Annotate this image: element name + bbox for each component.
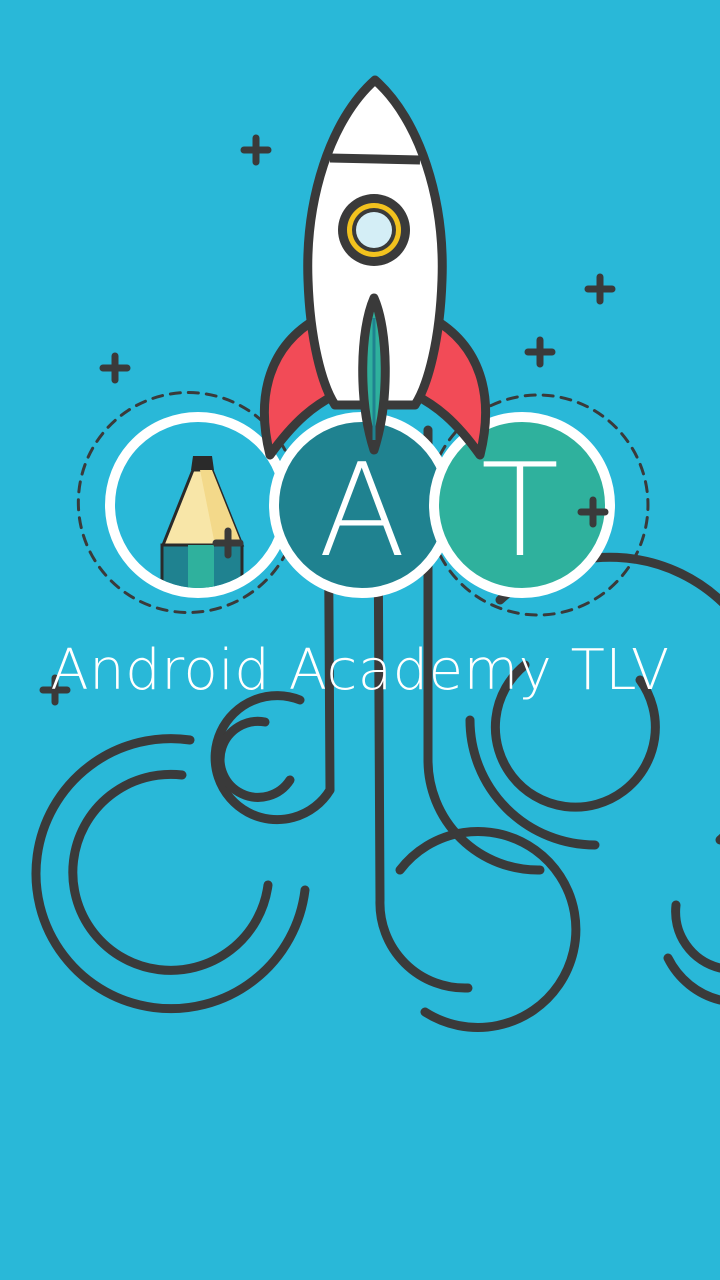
plus-sparkle-icon xyxy=(584,273,616,305)
plus-sparkle-icon xyxy=(99,352,131,384)
letter-t: T xyxy=(481,437,559,586)
plus-sparkle-icon xyxy=(524,336,556,368)
letter-a: A xyxy=(318,437,406,586)
rocket-icon xyxy=(260,75,490,460)
app-title: Android Academy TLV xyxy=(50,638,670,703)
plus-sparkle-icon xyxy=(240,134,272,166)
